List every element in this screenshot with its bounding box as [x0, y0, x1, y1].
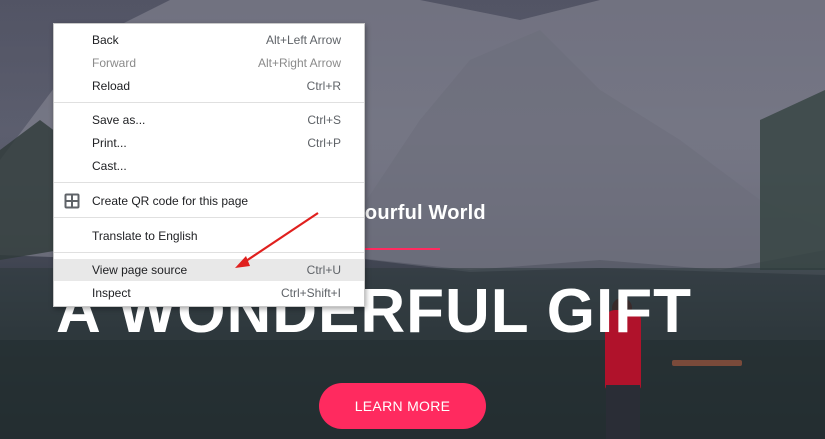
- annotation-arrow: [235, 212, 319, 268]
